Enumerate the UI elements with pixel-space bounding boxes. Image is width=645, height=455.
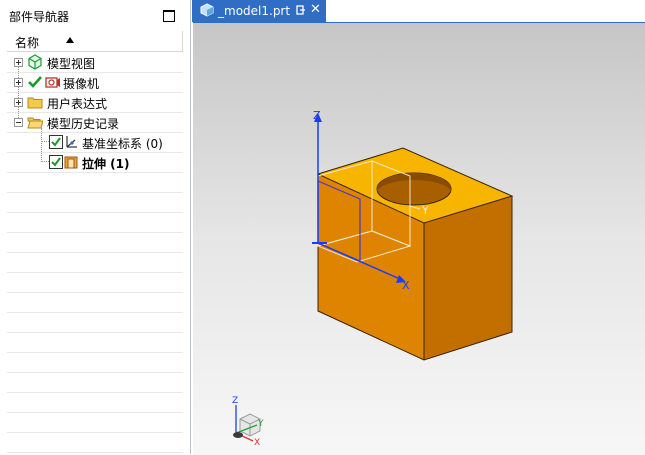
triad-label-y: Y xyxy=(257,419,264,429)
triad-label-x: X xyxy=(254,438,260,448)
tree-item-label: 用户表达式 xyxy=(47,97,108,111)
pin-icon[interactable] xyxy=(296,5,306,15)
empty-row xyxy=(7,252,183,273)
column-header-name[interactable]: 名称 xyxy=(7,31,183,52)
empty-row xyxy=(7,432,183,453)
visibility-checkbox[interactable] xyxy=(49,155,63,169)
tree-item-label: 基准坐标系 (0) xyxy=(82,137,163,151)
empty-row xyxy=(7,372,183,393)
tab-title: _model1.prt xyxy=(218,4,291,18)
empty-row xyxy=(7,232,183,253)
empty-row xyxy=(7,292,183,313)
collapse-icon[interactable] xyxy=(14,118,23,127)
expand-icon[interactable] xyxy=(14,78,23,87)
column-separator[interactable] xyxy=(182,31,183,51)
expand-icon[interactable] xyxy=(14,98,23,107)
block-side-face[interactable] xyxy=(424,196,512,360)
tree-item-label: 拉伸 (1) xyxy=(82,157,130,171)
part-file-icon xyxy=(200,3,214,17)
view-triad[interactable]: Z Y X xyxy=(232,396,264,448)
open-folder-icon xyxy=(27,117,43,129)
empty-row xyxy=(7,332,183,353)
navigator-title-bar: 部件导航器 xyxy=(0,0,190,30)
check-mark-icon xyxy=(28,76,42,88)
close-icon[interactable]: ✕ xyxy=(310,2,321,18)
visibility-checkbox[interactable] xyxy=(49,135,63,149)
tree-item-datum-csys[interactable]: 基准坐标系 (0) xyxy=(7,132,183,153)
tree-item-extrude[interactable]: 拉伸 (1) xyxy=(7,152,183,173)
folder-icon xyxy=(27,97,43,109)
model-views-icon xyxy=(28,54,42,70)
tree-item-model-views[interactable]: 模型视图 xyxy=(7,52,183,73)
empty-row xyxy=(7,392,183,413)
tree-item-cameras[interactable]: 摄像机 xyxy=(7,72,183,93)
empty-row xyxy=(7,412,183,433)
camera-icon xyxy=(45,77,60,88)
part-navigator-panel: 部件导航器 名称 模型视图 摄像机 用户表达式 模型历史记录 基准坐标系 (0)… xyxy=(0,0,191,454)
sort-ascending-icon[interactable] xyxy=(66,37,74,43)
empty-row xyxy=(7,212,183,233)
axis-label-z: Z xyxy=(313,109,321,122)
graphics-viewport[interactable]: Z X Y Z Y X xyxy=(193,22,645,455)
tree-item-model-history[interactable]: 模型历史记录 xyxy=(7,112,183,133)
tree-item-label: 模型视图 xyxy=(47,57,96,71)
model-scene[interactable]: Z X Y Z Y X xyxy=(193,23,645,455)
empty-row xyxy=(7,312,183,333)
column-header-label: 名称 xyxy=(15,36,40,50)
triad-label-z: Z xyxy=(232,396,238,406)
empty-row xyxy=(7,352,183,373)
navigator-title: 部件导航器 xyxy=(9,10,70,24)
empty-row xyxy=(7,272,183,293)
tab-model1[interactable]: _model1.prt ✕ xyxy=(192,0,326,22)
empty-row xyxy=(7,172,183,193)
axis-label-x: X xyxy=(402,279,410,292)
expand-icon[interactable] xyxy=(14,58,23,67)
maximize-icon[interactable] xyxy=(163,10,175,22)
document-tab-bar: _model1.prt ✕ xyxy=(191,0,645,22)
tree-item-label: 模型历史记录 xyxy=(47,117,120,131)
empty-row xyxy=(7,192,183,213)
tree-item-user-expressions[interactable]: 用户表达式 xyxy=(7,92,183,113)
axis-label-y: Y xyxy=(421,204,429,217)
extrude-icon xyxy=(64,156,78,169)
datum-csys-icon xyxy=(66,136,77,148)
tree-item-label: 摄像机 xyxy=(63,77,100,91)
